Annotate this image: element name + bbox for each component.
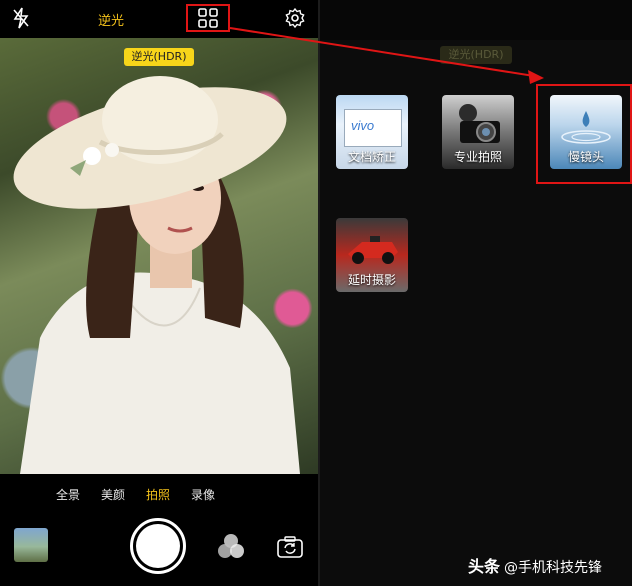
- shutter-bar: [0, 508, 318, 586]
- capture-mode-bar: 全景 美颜 拍照 录像: [0, 486, 318, 508]
- tile-document-correction[interactable]: vivo 文档矫正: [336, 95, 408, 169]
- picker-top-bar: [320, 0, 632, 40]
- filter-icon[interactable]: [216, 532, 246, 562]
- mode-photo[interactable]: 拍照: [146, 486, 170, 503]
- watermark-handle: @手机科技先锋: [504, 560, 603, 576]
- tile-timelapse[interactable]: 延时摄影: [336, 218, 408, 292]
- mode-picker-screen: 逆光(HDR) vivo 文档矫正 专业拍照 慢镜头 延时摄影 头条 @手机科技…: [320, 0, 632, 586]
- gallery-thumbnail[interactable]: [14, 528, 48, 562]
- viewfinder-photo[interactable]: [0, 38, 318, 474]
- tile-pro-photo[interactable]: 专业拍照: [442, 95, 514, 169]
- timelapse-icon: [348, 236, 398, 264]
- flash-off-icon[interactable]: [10, 6, 32, 30]
- tile-label: 延时摄影: [347, 273, 396, 287]
- pro-camera-icon: [459, 104, 500, 143]
- switch-camera-icon[interactable]: [276, 534, 304, 560]
- document-correction-icon: vivo: [344, 109, 402, 147]
- shutter-inner: [136, 524, 180, 568]
- watermark-brand: 头条: [468, 557, 501, 576]
- watermark: 头条 @手机科技先锋: [468, 553, 602, 577]
- grid-icon: [198, 8, 218, 28]
- hdr-badge-dimmed: 逆光(HDR): [440, 46, 512, 64]
- shutter-button[interactable]: [130, 518, 186, 574]
- tile-label: 文档矫正: [347, 150, 396, 164]
- hdr-badge: 逆光(HDR): [124, 48, 194, 66]
- hdr-mode-label[interactable]: 逆光: [98, 10, 124, 29]
- mode-beauty[interactable]: 美颜: [101, 486, 125, 503]
- slow-motion-highlight-box: [536, 84, 632, 184]
- mode-video[interactable]: 录像: [191, 486, 215, 503]
- gear-icon[interactable]: [283, 6, 307, 30]
- camera-preview-screen: 逆光 逆光(HDR) 全景 美颜 拍照 录像: [0, 0, 318, 586]
- modes-grid-button[interactable]: [186, 4, 230, 32]
- camera-top-bar: 逆光: [0, 0, 318, 38]
- tile-label: 专业拍照: [453, 150, 502, 164]
- vivo-logo: vivo: [351, 118, 375, 133]
- mode-panorama[interactable]: 全景: [56, 486, 80, 503]
- portrait-image: [13, 76, 300, 474]
